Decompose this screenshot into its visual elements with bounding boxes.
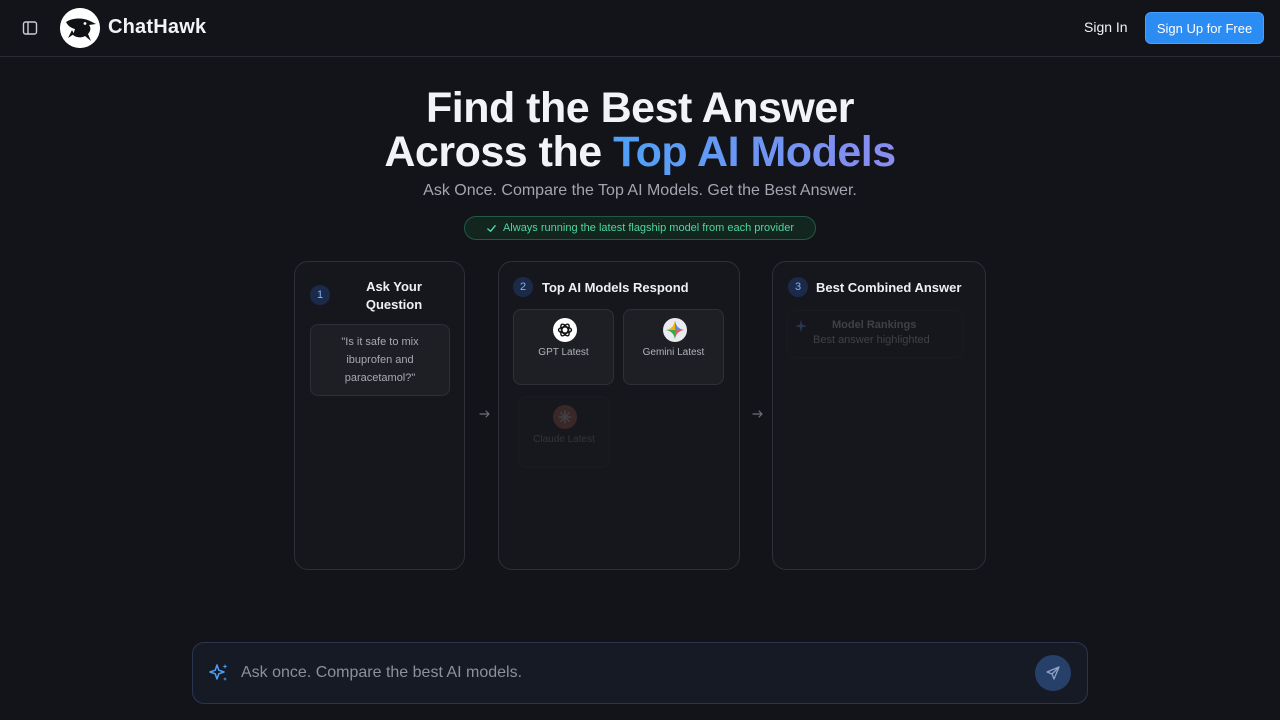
status-badge: Always running the latest flagship model…: [464, 216, 816, 240]
sidebar-toggle-icon[interactable]: [20, 18, 40, 38]
gemini-icon: [663, 318, 687, 342]
step-number: 2: [513, 277, 533, 297]
arrow-right-icon: [479, 410, 490, 418]
status-badge-text: Always running the latest flagship model…: [502, 222, 795, 234]
step-card-models: 2 Top AI Models Respond GPT Latest Gemin…: [498, 261, 740, 570]
step-title: Ask Your Question: [365, 279, 423, 312]
hawk-logo-icon[interactable]: [60, 8, 100, 48]
hero-title-line1: Find the Best Answer: [425, 84, 855, 132]
example-question: "Is it safe to mix ibuprofen and paracet…: [310, 324, 450, 396]
hero-title-line2: Across the Top AI Models: [0, 130, 1280, 174]
openai-icon: [553, 318, 577, 342]
check-icon: [487, 224, 496, 232]
brand-name[interactable]: ChatHawk: [108, 16, 206, 39]
arrow-right-icon: [752, 410, 763, 418]
step-title: Top AI Models Respond: [542, 280, 689, 295]
model-label: GPT Latest: [538, 347, 589, 358]
step-card-best-answer: 3 Best Combined Answer Model Rankings Be…: [772, 261, 986, 570]
sign-in-link[interactable]: Sign In: [1076, 17, 1136, 37]
ask-bar: [192, 642, 1088, 704]
sparkle-icon: [209, 664, 228, 681]
sign-up-button[interactable]: Sign Up for Free: [1145, 12, 1264, 44]
model-rankings-panel: Model Rankings Best answer highlighted: [787, 310, 963, 358]
model-label: Gemini Latest: [642, 347, 705, 358]
top-nav: ChatHawk Sign In Sign Up for Free: [0, 0, 1280, 57]
sparkle-icon: [795, 320, 807, 332]
step-title: Best Combined Answer: [816, 280, 962, 295]
rankings-title: Model Rankings: [832, 319, 917, 331]
ask-input[interactable]: [241, 659, 1021, 687]
send-icon: [1046, 666, 1060, 680]
send-button[interactable]: [1035, 655, 1071, 691]
step-number: 1: [310, 285, 330, 305]
claude-icon: [553, 405, 577, 429]
hero-title: Find the Best Answer Across the Top AI M…: [0, 86, 1280, 174]
model-tile-claude: Claude Latest: [518, 396, 610, 468]
step-number: 3: [788, 277, 808, 297]
model-tile-gemini: Gemini Latest: [623, 309, 724, 385]
rankings-subtitle: Best answer highlighted: [813, 334, 930, 346]
hero-subtitle: Ask Once. Compare the Top AI Models. Get…: [423, 182, 857, 199]
step-card-ask: 1 Ask Your Question "Is it safe to mix i…: [294, 261, 465, 570]
model-label: Claude Latest: [533, 434, 595, 445]
hero-title-line2-plain: Across the: [384, 128, 614, 176]
hero-title-accent: Top AI Models: [613, 128, 896, 176]
model-tile-gpt: GPT Latest: [513, 309, 614, 385]
